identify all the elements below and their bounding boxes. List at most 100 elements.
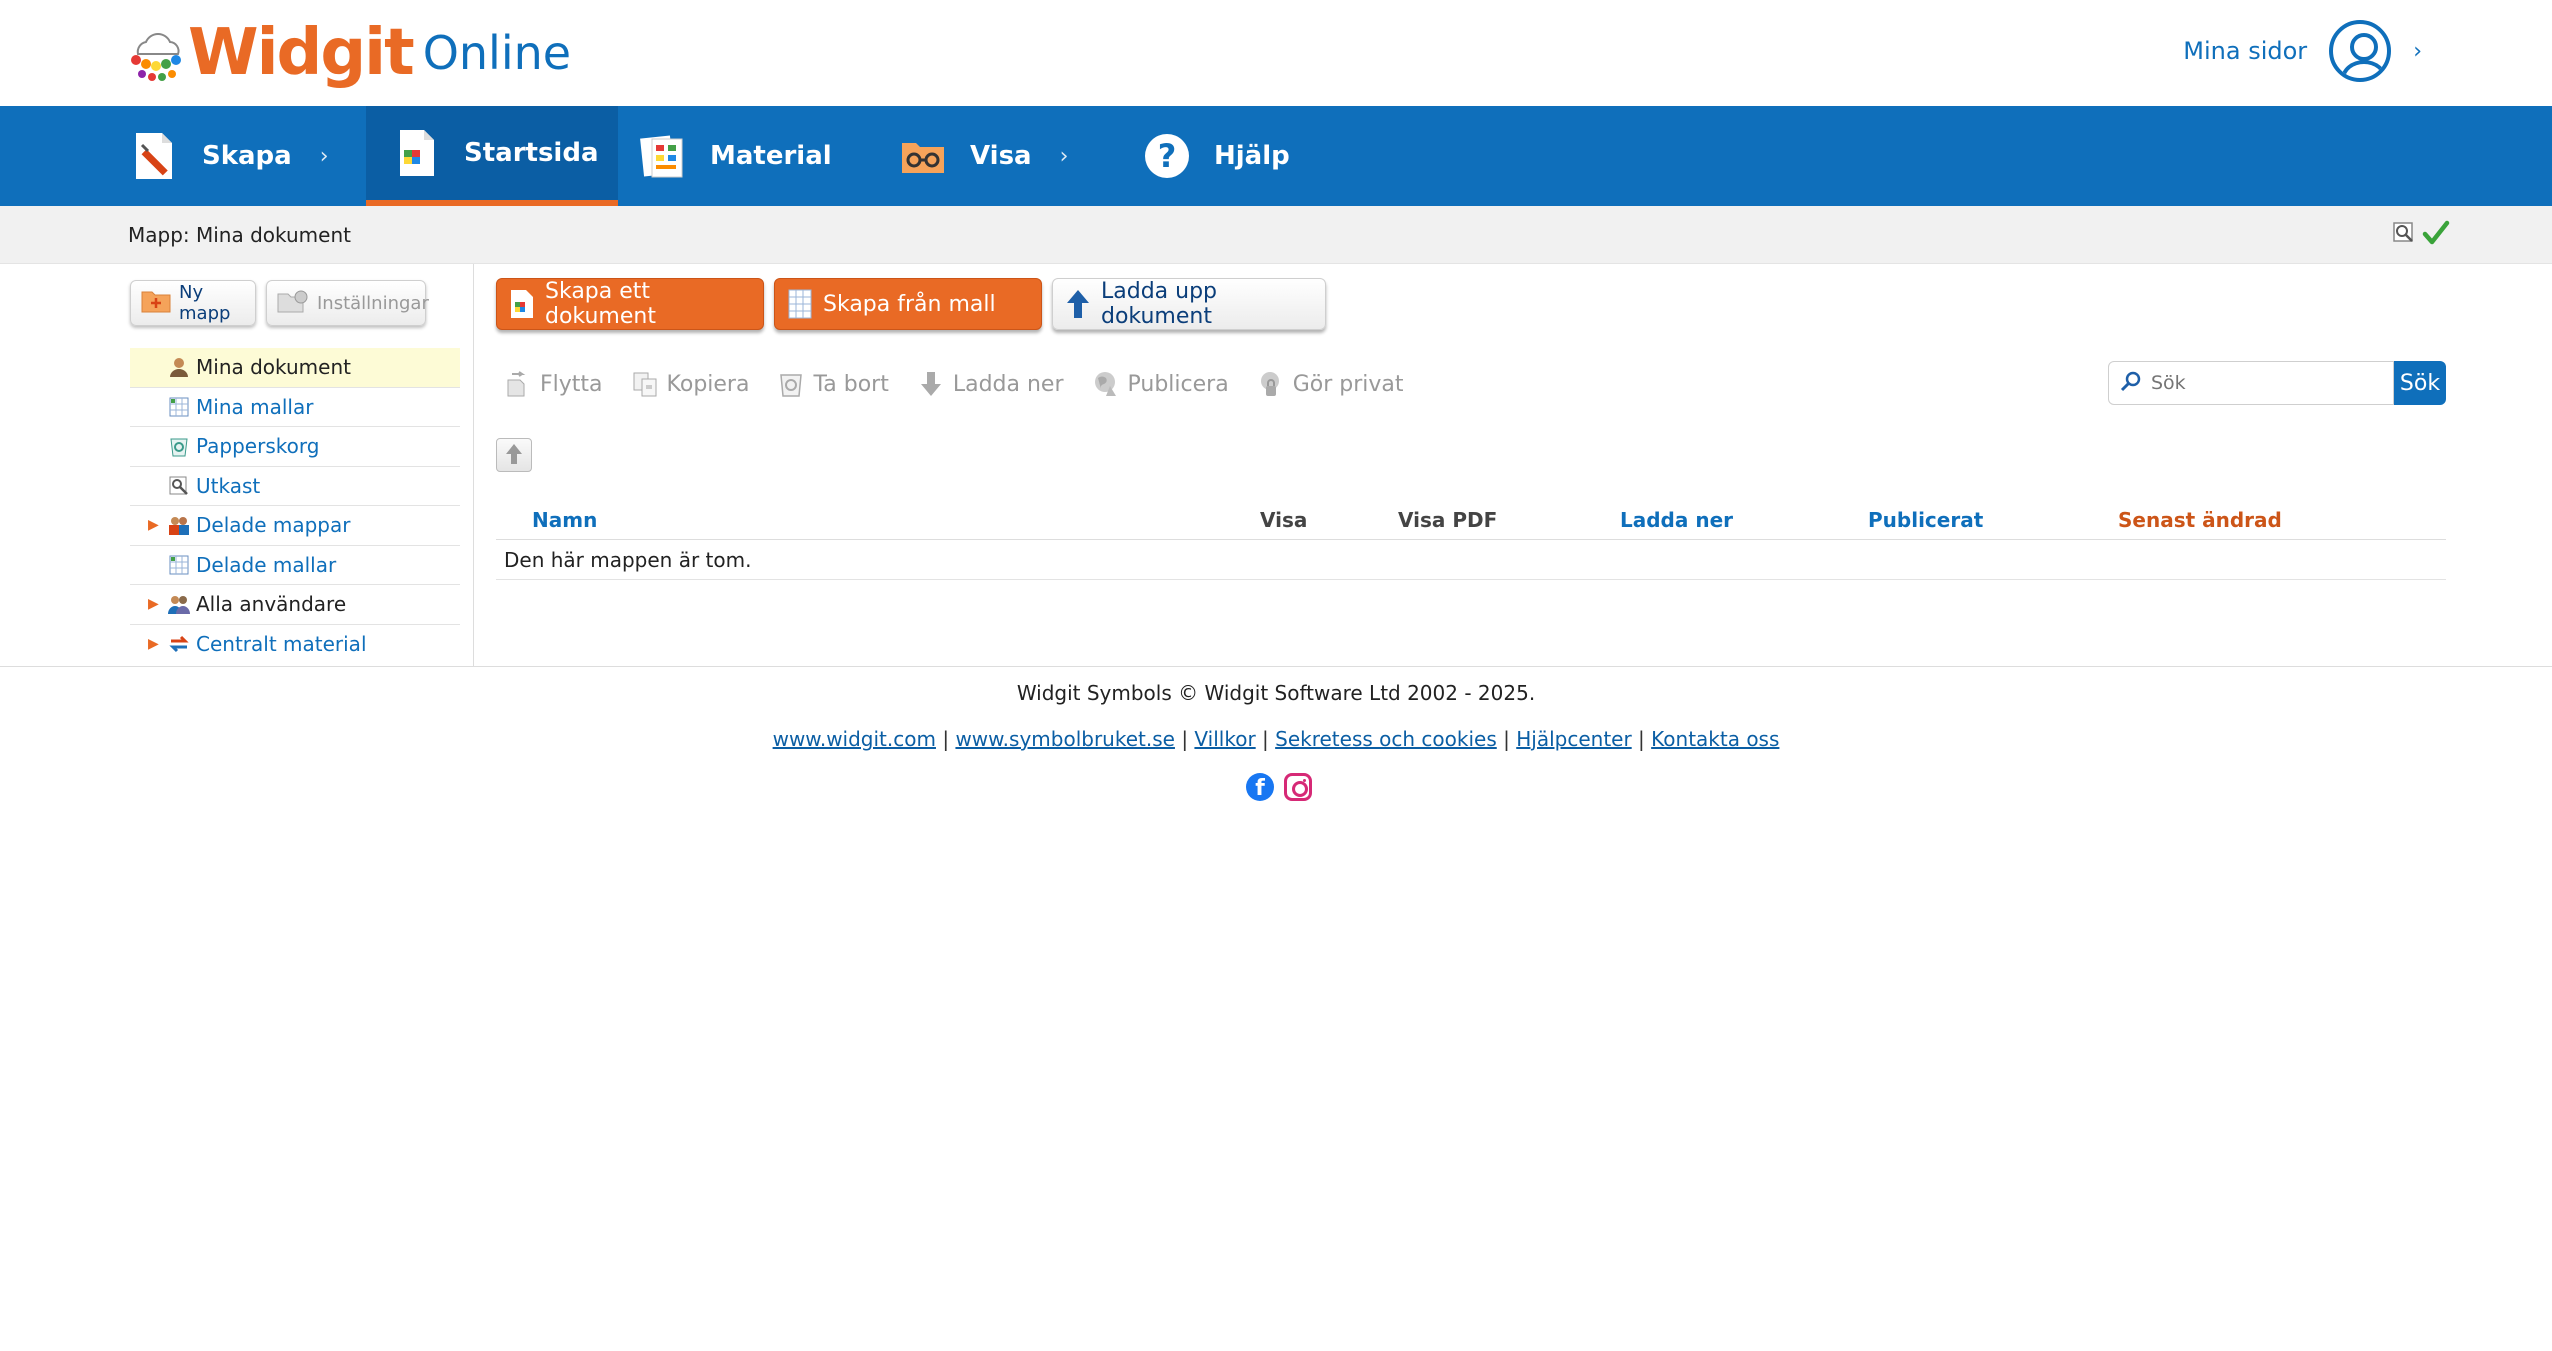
all-users-icon — [168, 593, 190, 615]
document-toolbar: Flytta Kopiera Ta bort Ladda ner Publice… — [504, 364, 1431, 404]
column-header-published[interactable]: Publicerat — [1868, 508, 1983, 532]
folder-sidebar: Ny mapp Inställningar Mina dokument Mina… — [0, 264, 474, 666]
nav-item-skapa[interactable]: Skapa › — [132, 106, 329, 206]
main-navigation: Skapa › Startsida Material Visa › ? Hjäl… — [0, 106, 2552, 206]
my-pages-label: Mina sidor — [2183, 37, 2308, 65]
shared-folders-icon — [168, 514, 190, 536]
move-label: Flytta — [540, 371, 603, 397]
settings-label: Inställningar — [317, 292, 429, 314]
tree-item-centralt-material[interactable]: ▶ Centralt material — [130, 625, 460, 665]
home-document-icon — [394, 128, 440, 178]
new-folder-label: Ny mapp — [179, 282, 231, 324]
nav-item-material[interactable]: Material — [640, 106, 832, 206]
copy-label: Kopiera — [666, 371, 750, 397]
tree-item-label: Mina dokument — [196, 355, 351, 380]
search-input[interactable] — [2151, 372, 2381, 394]
footer-link-widgit[interactable]: www.widgit.com — [773, 727, 936, 751]
download-button[interactable]: Ladda ner — [917, 370, 1064, 398]
recycle-bin-icon — [168, 435, 190, 457]
help-icon: ? — [1144, 131, 1190, 181]
tree-item-label: Delade mappar — [196, 513, 351, 538]
footer-link-help-center[interactable]: Hjälpcenter — [1516, 727, 1631, 751]
template-icon — [168, 554, 190, 576]
upload-document-button[interactable]: Ladda upp dokument — [1052, 278, 1326, 330]
tree-item-label: Centralt material — [196, 632, 367, 657]
tree-item-papperskorg[interactable]: Papperskorg — [130, 427, 460, 467]
search-icon — [2119, 369, 2143, 397]
column-header-download[interactable]: Ladda ner — [1620, 508, 1733, 532]
create-document-button[interactable]: Skapa ett dokument — [496, 278, 764, 330]
folder-up-button[interactable] — [496, 438, 532, 472]
expand-arrow-icon[interactable]: ▶ — [148, 517, 162, 533]
glasses-folder-icon — [900, 131, 946, 181]
delete-label: Ta bort — [813, 371, 889, 397]
nav-label-visa: Visa — [970, 141, 1032, 171]
new-document-icon — [509, 288, 535, 320]
new-folder-icon — [141, 289, 171, 318]
facebook-icon[interactable]: f — [1246, 773, 1274, 801]
expand-arrow-icon[interactable]: ▶ — [148, 636, 162, 652]
copy-button[interactable]: Kopiera — [631, 370, 750, 398]
expand-arrow-icon[interactable]: ▶ — [148, 596, 162, 612]
tree-item-mina-mallar[interactable]: Mina mallar — [130, 388, 460, 427]
upload-document-label: Ladda upp dokument — [1101, 279, 1218, 329]
column-header-view-pdf: Visa PDF — [1398, 508, 1498, 532]
download-label: Ladda ner — [952, 371, 1064, 397]
pencil-document-icon — [132, 131, 178, 181]
folder-settings-icon — [277, 289, 309, 318]
create-document-label: Skapa ett dokument — [545, 279, 656, 329]
copyright-text: Widgit Symbols © Widgit Software Ltd 200… — [1016, 681, 1536, 705]
svg-text:?: ? — [1158, 137, 1177, 175]
footer-separator: | — [942, 727, 950, 751]
template-icon — [168, 396, 190, 418]
make-private-button[interactable]: Gör privat — [1257, 370, 1404, 398]
footer-links: www.widgit.com | www.symbolbruket.se | V… — [0, 727, 2552, 751]
folder-tree: Mina dokument Mina mallar Papperskorg Ut… — [130, 348, 460, 664]
delete-button[interactable]: Ta bort — [777, 370, 889, 398]
footer-link-contact[interactable]: Kontakta oss — [1651, 727, 1779, 751]
tree-item-mina-dokument[interactable]: Mina dokument — [130, 348, 460, 388]
recycle-bin-icon — [777, 370, 805, 398]
search-field[interactable] — [2108, 361, 2394, 405]
footer-link-terms[interactable]: Villkor — [1194, 727, 1255, 751]
widgit-online-logo[interactable]: Widgit Online — [128, 18, 571, 88]
draft-icon — [168, 475, 190, 497]
cloud-logo-icon — [128, 24, 186, 82]
checkmark-icon — [2422, 220, 2450, 250]
search-button[interactable]: Sök — [2394, 361, 2446, 405]
template-icon — [787, 288, 813, 320]
tree-item-utkast[interactable]: Utkast — [130, 467, 460, 506]
tree-item-alla-anvandare[interactable]: ▶ Alla användare — [130, 585, 460, 625]
new-folder-button[interactable]: Ny mapp — [130, 280, 256, 326]
download-arrow-icon — [917, 370, 945, 398]
footer-separator: | — [1638, 727, 1645, 751]
column-header-name[interactable]: Namn — [532, 508, 597, 532]
tree-item-delade-mallar[interactable]: Delade mallar — [130, 546, 460, 585]
settings-button[interactable]: Inställningar — [266, 280, 429, 326]
move-button[interactable]: Flytta — [504, 370, 603, 398]
my-pages-link[interactable]: Mina sidor › — [2183, 20, 2422, 82]
breadcrumb-bar: Mapp: Mina dokument — [0, 206, 2552, 264]
draft-search-icon[interactable] — [2392, 221, 2416, 249]
copy-icon — [631, 370, 659, 398]
breadcrumb: Mapp: Mina dokument — [128, 223, 351, 247]
nav-label-hjalp: Hjälp — [1214, 141, 1290, 171]
nav-item-visa[interactable]: Visa › — [900, 106, 1068, 206]
column-header-last-modified[interactable]: Senast ändrad — [2118, 508, 2282, 532]
footer-link-privacy[interactable]: Sekretess och cookies — [1275, 727, 1497, 751]
create-from-template-button[interactable]: Skapa från mall — [774, 278, 1042, 330]
chevron-right-icon: › — [319, 143, 329, 169]
footer-link-symbolbruket[interactable]: www.symbolbruket.se — [955, 727, 1175, 751]
publish-button[interactable]: Publicera — [1092, 370, 1229, 398]
nav-item-startsida[interactable]: Startsida — [366, 106, 618, 206]
tree-item-label: Delade mallar — [196, 552, 337, 577]
nav-item-hjalp[interactable]: ? Hjälp — [1144, 106, 1290, 206]
publish-label: Publicera — [1127, 371, 1229, 397]
instagram-icon[interactable] — [1284, 773, 1312, 801]
tree-item-label: Utkast — [196, 473, 261, 498]
user-avatar-icon[interactable] — [2329, 20, 2392, 82]
logo-wordmark: Widgit — [188, 16, 415, 90]
publish-globe-icon — [1092, 370, 1120, 398]
tree-item-delade-mappar[interactable]: ▶ Delade mappar — [130, 506, 460, 546]
make-private-label: Gör privat — [1292, 371, 1404, 397]
